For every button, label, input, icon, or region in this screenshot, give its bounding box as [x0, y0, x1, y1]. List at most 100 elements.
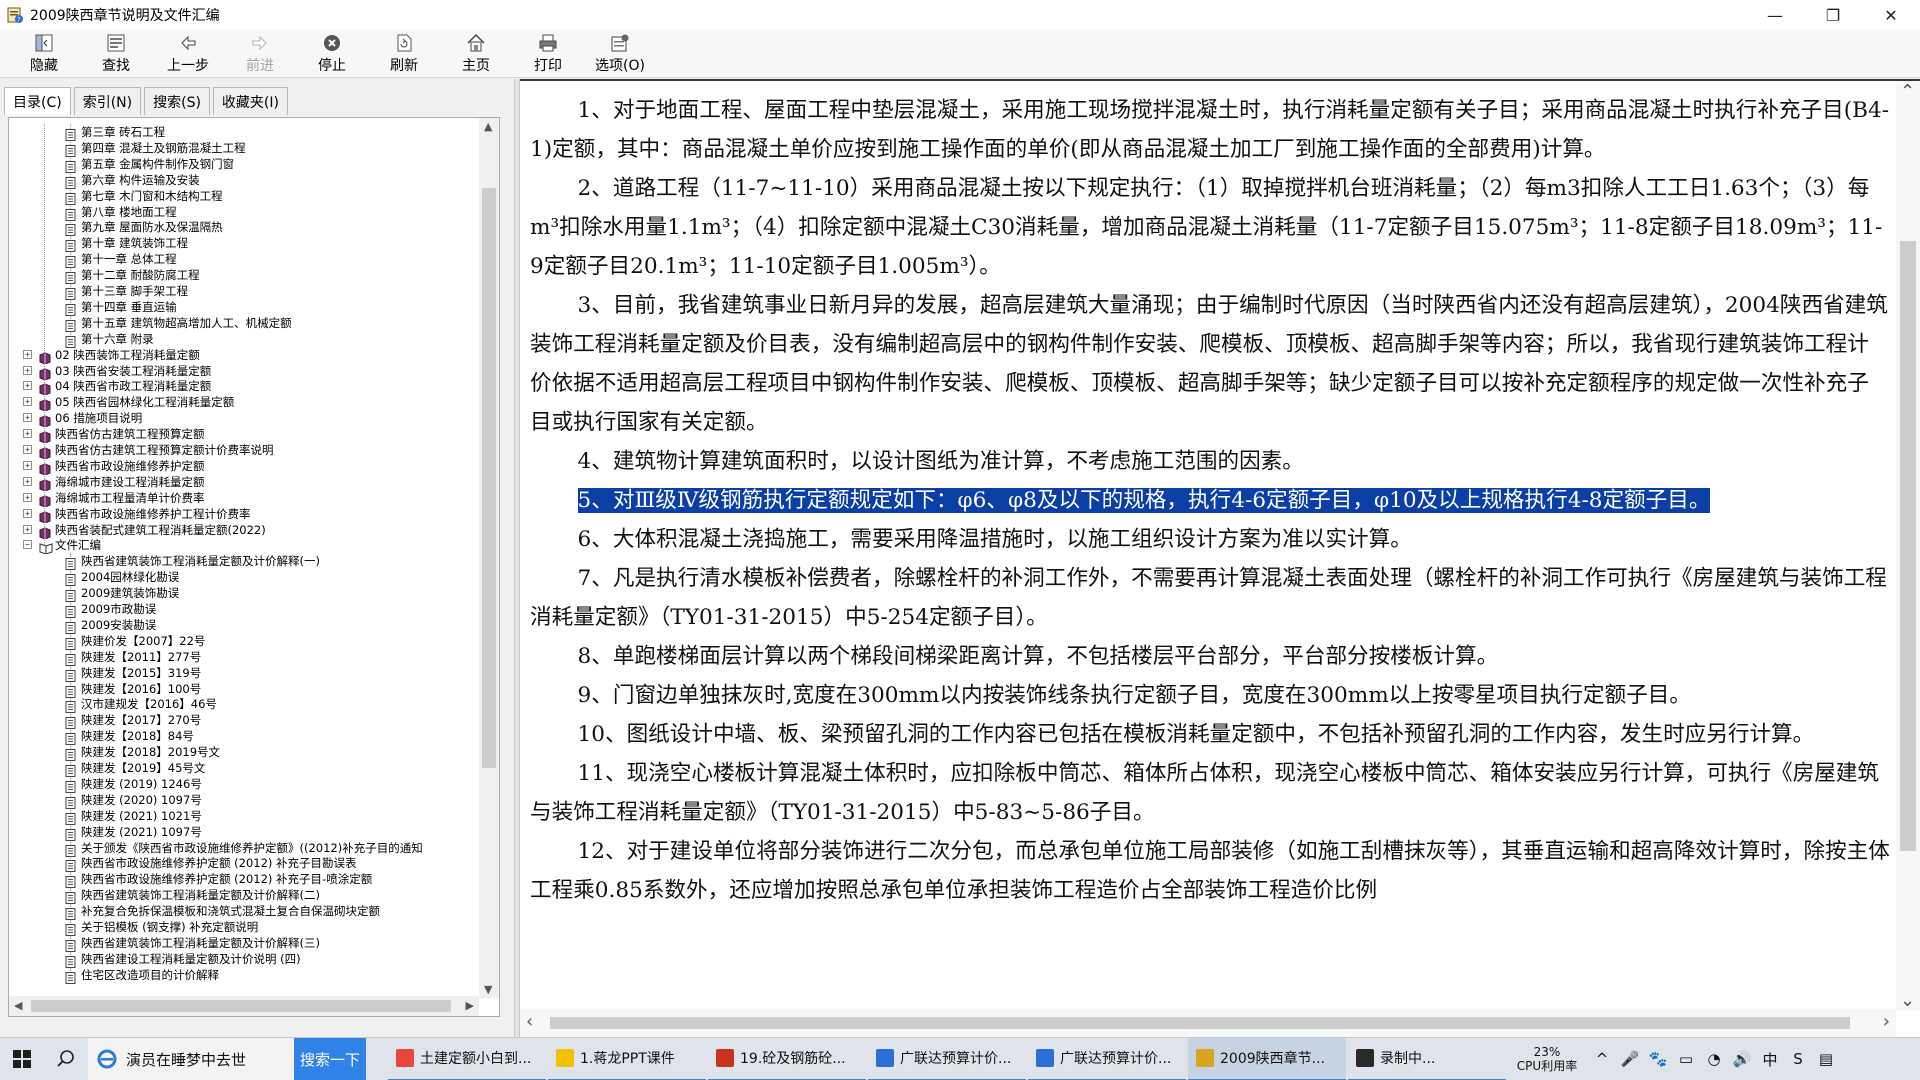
expand-icon[interactable]: + — [23, 445, 32, 454]
scroll-down-arrow-icon[interactable]: ▼ — [484, 983, 492, 996]
tree-item[interactable]: 住宅区改造项目的计价解释 — [9, 967, 479, 984]
expand-icon[interactable]: + — [23, 476, 32, 486]
taskbar-search-button[interactable] — [44, 1038, 88, 1080]
scroll-right-arrow-icon[interactable]: ▶ — [466, 999, 474, 1012]
tree-item[interactable]: 陕建发 (2021) 1097号 — [9, 824, 479, 841]
tree-item[interactable]: 补充复合免拆保温模板和浇筑式混凝土复合自保温砌块定额 — [9, 903, 479, 921]
expand-icon[interactable]: + — [23, 460, 32, 470]
tree-item[interactable]: + 陕西省市政设施维修养护定额 — [9, 458, 479, 476]
tree-item[interactable]: 关于铝模板 (钢支撑) 补充定额说明 — [9, 919, 479, 936]
start-button[interactable] — [0, 1038, 44, 1080]
hide-button[interactable]: 隐藏 — [8, 30, 80, 76]
tree-item[interactable]: 陕西省市政设施维修养护定额 (2012) 补充子目-喷涂定额 — [9, 871, 479, 889]
tree-item[interactable]: 陕建发【2018】84号 — [9, 728, 479, 746]
tree-item[interactable]: 第十三章 脚手架工程 — [9, 283, 479, 300]
tree-item[interactable]: 第六章 构件运输及安装 — [9, 172, 479, 189]
content-vertical-scrollbar[interactable]: ⌃ ⌄ — [1896, 81, 1920, 1011]
tree-item[interactable]: 陕西省建筑装饰工程消耗量定额及计价解释(一) — [9, 553, 479, 571]
taskbar-app[interactable]: 土建定额小白到... — [388, 1038, 546, 1080]
tree-item[interactable]: 陕建发【2017】270号 — [9, 712, 479, 730]
expand-icon[interactable]: + — [23, 365, 32, 375]
content-scroll-up-icon[interactable]: ⌃ — [1900, 81, 1915, 102]
taskbar-app[interactable]: 广联达预算计价... — [868, 1038, 1026, 1080]
tree-item[interactable]: + 陕西省仿古建筑工程预算定额 — [9, 426, 479, 444]
tree-item[interactable]: 陕建发【2019】45号文 — [9, 760, 479, 777]
content-scroll-thumb[interactable] — [1900, 241, 1916, 851]
volume-icon[interactable]: 🔊 — [1728, 1038, 1756, 1080]
tree-item[interactable]: 陕西省建筑装饰工程消耗量定额及计价解释(三) — [9, 935, 479, 952]
tab-index[interactable]: 索引(N) — [73, 87, 142, 115]
tree-item[interactable]: 第十五章 建筑物超高增加人工、机械定额 — [9, 315, 479, 332]
tree-item[interactable]: 第十四章 垂直运输 — [9, 299, 479, 316]
microphone-icon[interactable]: 🎤 — [1616, 1038, 1644, 1080]
tree-item[interactable]: 陕建发 (2019) 1246号 — [9, 776, 479, 793]
taskbar-app[interactable]: 19.砼及钢筋砼... — [708, 1038, 866, 1080]
tree-item[interactable]: − 文件汇编 — [9, 537, 479, 555]
expand-icon[interactable]: + — [23, 492, 32, 502]
forward-button[interactable]: 前进 — [224, 30, 296, 76]
print-button[interactable]: 打印 — [512, 30, 584, 76]
tree-item[interactable]: +02 陕西装饰工程消耗量定额 — [9, 347, 479, 365]
tree-item[interactable]: 陕西省市政设施维修养护定额 (2012) 补充子目勘误表 — [9, 855, 479, 873]
content-horizontal-scrollbar[interactable]: ‹ › — [520, 1009, 1896, 1037]
tree-item[interactable]: 陕建发【2011】277号 — [9, 649, 479, 666]
tree-item[interactable]: 2009市政勘误 — [9, 601, 479, 618]
refresh-button[interactable]: 刷新 — [368, 30, 440, 76]
battery-icon[interactable]: ▭ — [1672, 1038, 1700, 1080]
tree-vertical-scrollbar[interactable]: ▲ ▼ — [479, 118, 499, 998]
stop-button[interactable]: 停止 — [296, 30, 368, 76]
tree-item[interactable]: 第八章 楼地面工程 — [9, 204, 479, 221]
tree-item[interactable]: 陕西省建筑装饰工程消耗量定额及计价解释(二) — [9, 887, 479, 905]
taskbar-app[interactable]: 2009陕西章节... — [1188, 1037, 1346, 1080]
expand-icon[interactable]: + — [23, 413, 32, 423]
tree-item[interactable]: + 陕西省仿古建筑工程预算定额计价费率说明 — [9, 442, 479, 460]
home-button[interactable]: 主页 — [440, 30, 512, 76]
tree-item[interactable]: 第九章 屋面防水及保温隔热 — [9, 219, 479, 237]
tree-item[interactable]: 第三章 砖石工程 — [9, 124, 479, 141]
tree-item[interactable]: 关于颁发《陕西省市政设施维修养护定额》((2012)补充子目的通知 — [9, 840, 479, 857]
minimize-button[interactable]: — — [1746, 0, 1804, 30]
tree-hscroll-thumb[interactable] — [31, 1000, 451, 1012]
tree-item[interactable]: 陕建发【2018】2019号文 — [9, 744, 479, 762]
tree-item[interactable]: 陕建价发【2007】22号 — [9, 633, 479, 650]
expand-icon[interactable]: + — [23, 429, 32, 439]
tree-item[interactable]: 第四章 混凝土及钢筋混凝土工程 — [9, 140, 479, 157]
contents-tree[interactable]: 第三章 砖石工程 第四章 混凝土及钢筋混凝土工程 第五章 金属构件制作及钢门窗 第六章… — [8, 117, 500, 1017]
content-scroll-down-icon[interactable]: ⌄ — [1900, 990, 1915, 1011]
collapse-icon[interactable]: − — [23, 540, 32, 550]
expand-icon[interactable]: + — [23, 508, 32, 518]
content-scroll-right-icon[interactable]: › — [1883, 1011, 1890, 1032]
find-button[interactable]: 查找 — [80, 30, 152, 76]
tree-item[interactable]: 陕建发 (2020) 1097号 — [9, 792, 479, 809]
tree-item[interactable]: 陕建发【2016】100号 — [9, 681, 479, 698]
tree-item[interactable]: 2009建筑装饰勘误 — [9, 585, 479, 603]
tree-item[interactable]: 第五章 金属构件制作及钢门窗 — [9, 156, 479, 173]
scroll-up-arrow-icon[interactable]: ▲ — [484, 120, 492, 133]
expand-icon[interactable]: + — [23, 397, 32, 407]
show-hidden-icons[interactable]: ^ — [1588, 1038, 1616, 1080]
tree-scroll-thumb[interactable] — [482, 188, 496, 768]
tree-item[interactable]: +05 陕西省园林绿化工程消耗量定额 — [9, 394, 479, 412]
notification-icon[interactable]: ▤ — [1812, 1038, 1840, 1080]
tree-item[interactable]: 2004园林绿化勘误 — [9, 569, 479, 587]
tree-item[interactable]: +06 措施项目说明 — [9, 410, 479, 428]
tab-contents[interactable]: 目录(C) — [4, 87, 71, 115]
sogou-icon[interactable]: S — [1784, 1038, 1812, 1080]
tree-item[interactable]: 汉市建规发【2016】46号 — [9, 696, 479, 714]
tab-favorites[interactable]: 收藏夹(I) — [212, 87, 288, 115]
taskbar-app[interactable]: 1.蒋龙PPT课件 — [548, 1038, 706, 1080]
expand-icon[interactable]: + — [23, 349, 32, 359]
content-hscroll-thumb[interactable] — [550, 1017, 1850, 1029]
input-method-icon[interactable]: 中 — [1756, 1038, 1784, 1080]
tree-item[interactable]: 2009安装勘误 — [9, 617, 479, 634]
taskbar-app[interactable]: 录制中... — [1348, 1038, 1506, 1080]
scroll-left-arrow-icon[interactable]: ◀ — [14, 999, 22, 1012]
tree-item[interactable]: + 海绵城市建设工程消耗量定额 — [9, 474, 479, 492]
tab-search[interactable]: 搜索(S) — [144, 87, 210, 115]
browser-search-box[interactable]: 演员在睡梦中去世 — [88, 1037, 294, 1080]
tree-horizontal-scrollbar[interactable]: ◀ ▶ — [9, 996, 479, 1016]
tree-item[interactable]: +03 陕西省安装工程消耗量定额 — [9, 363, 479, 381]
app-tray-icon[interactable]: 🐾 — [1644, 1038, 1672, 1080]
tree-item[interactable]: 陕建发【2015】319号 — [9, 665, 479, 682]
tree-item[interactable]: + 海绵城市工程量清单计价费率 — [9, 490, 479, 508]
